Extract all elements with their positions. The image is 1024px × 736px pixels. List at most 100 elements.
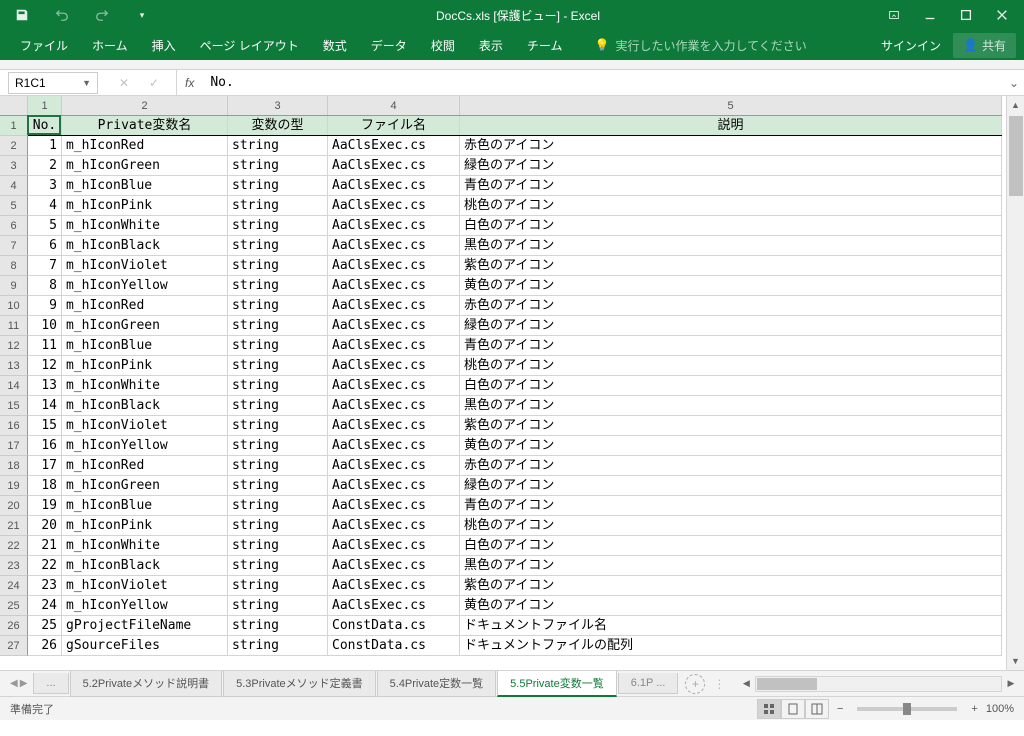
- cell[interactable]: m_hIconWhite: [62, 536, 228, 555]
- cell[interactable]: 白色のアイコン: [460, 216, 1002, 235]
- cell[interactable]: string: [228, 256, 328, 275]
- cell[interactable]: 10: [28, 316, 62, 335]
- cell[interactable]: 黒色のアイコン: [460, 236, 1002, 255]
- cell[interactable]: AaClsExec.cs: [328, 276, 460, 295]
- column-header[interactable]: 4: [328, 96, 460, 115]
- tellme-search[interactable]: 💡 実行したい作業を入力してください: [586, 37, 814, 54]
- cell[interactable]: ドキュメントファイル名: [460, 616, 1002, 635]
- signin-link[interactable]: サインイン: [881, 37, 941, 54]
- ribbon-options-icon[interactable]: [880, 1, 908, 29]
- ribbon-tab[interactable]: ホーム: [80, 31, 140, 60]
- cell[interactable]: AaClsExec.cs: [328, 376, 460, 395]
- cell[interactable]: string: [228, 476, 328, 495]
- cell[interactable]: 12: [28, 356, 62, 375]
- cell[interactable]: 赤色のアイコン: [460, 136, 1002, 155]
- row-header[interactable]: 24: [0, 576, 28, 596]
- undo-icon[interactable]: [48, 1, 76, 29]
- cell[interactable]: string: [228, 276, 328, 295]
- row-header[interactable]: 20: [0, 496, 28, 516]
- cell[interactable]: 4: [28, 196, 62, 215]
- cell[interactable]: 3: [28, 176, 62, 195]
- zoom-out-button[interactable]: −: [837, 703, 843, 715]
- column-header[interactable]: 5: [460, 96, 1002, 115]
- cell[interactable]: AaClsExec.cs: [328, 256, 460, 275]
- cell[interactable]: m_hIconYellow: [62, 436, 228, 455]
- ribbon-tab[interactable]: チーム: [515, 31, 575, 60]
- row-header[interactable]: 6: [0, 216, 28, 236]
- zoom-level[interactable]: 100%: [986, 703, 1014, 715]
- cell[interactable]: m_hIconRed: [62, 136, 228, 155]
- header-cell[interactable]: 説明: [460, 116, 1002, 135]
- cell[interactable]: string: [228, 236, 328, 255]
- header-cell[interactable]: 変数の型: [228, 116, 328, 135]
- sheet-nav[interactable]: ◀▶: [4, 678, 33, 689]
- ribbon-tab[interactable]: ファイル: [8, 31, 80, 60]
- cell[interactable]: 赤色のアイコン: [460, 296, 1002, 315]
- cell[interactable]: 6: [28, 236, 62, 255]
- cell[interactable]: string: [228, 536, 328, 555]
- zoom-in-button[interactable]: +: [971, 703, 977, 715]
- sheet-tab[interactable]: 5.2Privateメソッド説明書: [70, 671, 223, 697]
- cells-area[interactable]: No.Private変数名変数の型ファイル名説明1m_hIconRedstrin…: [28, 116, 1002, 656]
- cell[interactable]: 15: [28, 416, 62, 435]
- ribbon-tab[interactable]: 挿入: [140, 31, 188, 60]
- row-header[interactable]: 10: [0, 296, 28, 316]
- cell[interactable]: 桃色のアイコン: [460, 196, 1002, 215]
- ribbon-tab[interactable]: 表示: [467, 31, 515, 60]
- cell[interactable]: 黄色のアイコン: [460, 276, 1002, 295]
- cell[interactable]: AaClsExec.cs: [328, 356, 460, 375]
- cell[interactable]: AaClsExec.cs: [328, 436, 460, 455]
- cell[interactable]: AaClsExec.cs: [328, 556, 460, 575]
- cell[interactable]: m_hIconYellow: [62, 276, 228, 295]
- cell[interactable]: 24: [28, 596, 62, 615]
- hscroll-thumb[interactable]: [757, 678, 817, 690]
- cell[interactable]: AaClsExec.cs: [328, 576, 460, 595]
- maximize-icon[interactable]: [952, 1, 980, 29]
- cell[interactable]: ドキュメントファイルの配列: [460, 636, 1002, 655]
- row-header[interactable]: 9: [0, 276, 28, 296]
- cell[interactable]: m_hIconBlue: [62, 496, 228, 515]
- zoom-slider[interactable]: [857, 707, 957, 711]
- row-header[interactable]: 5: [0, 196, 28, 216]
- scroll-down-icon[interactable]: ▼: [1007, 652, 1024, 670]
- cell[interactable]: 緑色のアイコン: [460, 316, 1002, 335]
- cell[interactable]: m_hIconYellow: [62, 596, 228, 615]
- row-header[interactable]: 3: [0, 156, 28, 176]
- row-header[interactable]: 4: [0, 176, 28, 196]
- cancel-icon[interactable]: ✕: [110, 69, 138, 97]
- cell[interactable]: m_hIconGreen: [62, 156, 228, 175]
- sheet-overflow-right[interactable]: 6.1P ...: [618, 673, 679, 694]
- cell[interactable]: string: [228, 396, 328, 415]
- cell[interactable]: 14: [28, 396, 62, 415]
- cell[interactable]: m_hIconBlue: [62, 176, 228, 195]
- select-all-cell[interactable]: [0, 96, 28, 116]
- row-header[interactable]: 21: [0, 516, 28, 536]
- cell[interactable]: string: [228, 456, 328, 475]
- cell[interactable]: AaClsExec.cs: [328, 456, 460, 475]
- row-header[interactable]: 17: [0, 436, 28, 456]
- cell[interactable]: m_hIconBlue: [62, 336, 228, 355]
- formula-expand-icon[interactable]: ⌄: [1004, 76, 1024, 90]
- cell[interactable]: m_hIconGreen: [62, 316, 228, 335]
- row-header[interactable]: 12: [0, 336, 28, 356]
- cell[interactable]: AaClsExec.cs: [328, 176, 460, 195]
- header-cell[interactable]: ファイル名: [328, 116, 460, 135]
- column-header[interactable]: 3: [228, 96, 328, 115]
- cell[interactable]: AaClsExec.cs: [328, 296, 460, 315]
- sheet-tab[interactable]: 5.5Private変数一覧: [497, 671, 617, 697]
- cell[interactable]: 20: [28, 516, 62, 535]
- cell[interactable]: 13: [28, 376, 62, 395]
- cell[interactable]: AaClsExec.cs: [328, 236, 460, 255]
- row-header[interactable]: 19: [0, 476, 28, 496]
- cell[interactable]: AaClsExec.cs: [328, 196, 460, 215]
- header-cell[interactable]: No.: [28, 116, 62, 135]
- header-cell[interactable]: Private変数名: [62, 116, 228, 135]
- cell[interactable]: ConstData.cs: [328, 616, 460, 635]
- share-button[interactable]: 👤 共有: [953, 33, 1016, 58]
- cell[interactable]: 22: [28, 556, 62, 575]
- formula-input[interactable]: No.: [202, 75, 1004, 90]
- cell[interactable]: 18: [28, 476, 62, 495]
- cell[interactable]: AaClsExec.cs: [328, 476, 460, 495]
- row-header[interactable]: 13: [0, 356, 28, 376]
- row-header[interactable]: 7: [0, 236, 28, 256]
